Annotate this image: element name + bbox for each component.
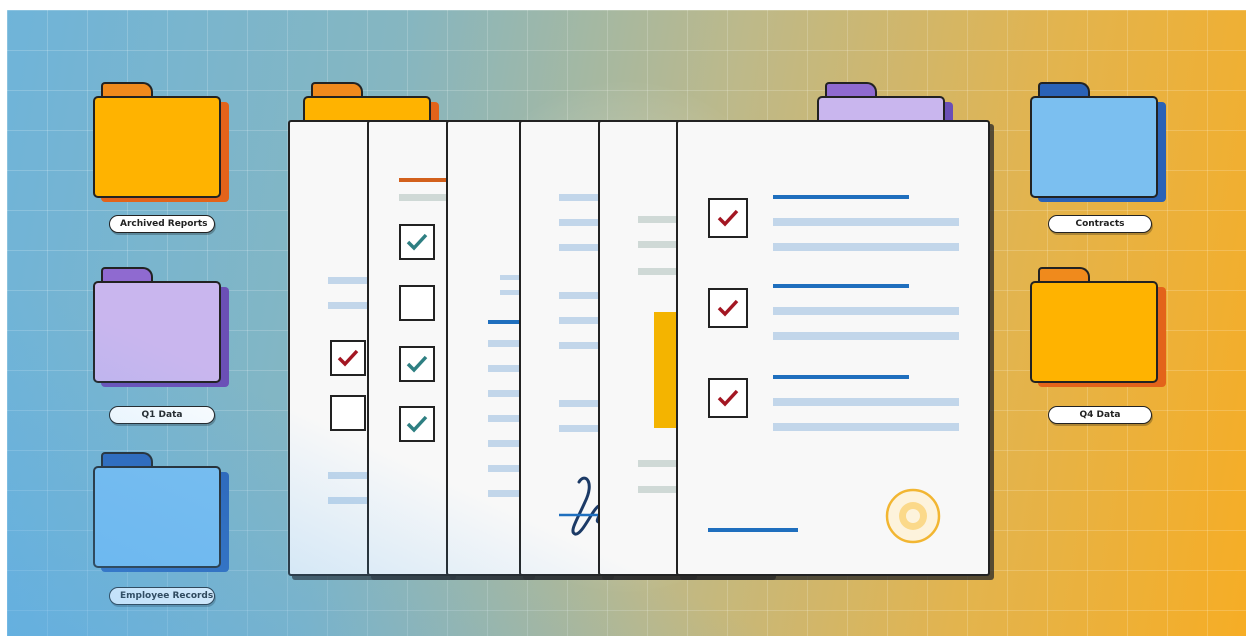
seal-icon bbox=[885, 488, 941, 544]
document-4[interactable] bbox=[519, 120, 693, 576]
folder-q4-data-icon[interactable] bbox=[1030, 267, 1170, 387]
checkbox-checked-icon[interactable] bbox=[399, 224, 435, 260]
checkbox-empty-icon[interactable] bbox=[330, 395, 366, 431]
document-2[interactable] bbox=[367, 120, 531, 576]
folder-label-contracts[interactable]: Contracts bbox=[1048, 215, 1152, 233]
folder-label-q1-data[interactable]: Q1 Data bbox=[109, 406, 215, 424]
folder-employee-records-icon[interactable] bbox=[93, 452, 233, 572]
document-1[interactable] bbox=[288, 120, 452, 576]
signature-icon bbox=[559, 476, 629, 536]
document-6[interactable] bbox=[676, 120, 990, 576]
highlight-block bbox=[654, 312, 680, 428]
checkbox-checked-icon[interactable] bbox=[708, 198, 748, 238]
checkbox-checked-icon[interactable] bbox=[330, 340, 366, 376]
background-glow bbox=[425, 82, 825, 592]
folder-q1-data-icon[interactable] bbox=[93, 267, 233, 387]
illustration-scene: Archived Reports Q1 Data Employee Record… bbox=[7, 10, 1246, 636]
checkbox-checked-icon[interactable] bbox=[708, 288, 748, 328]
folder-hidden-purple-icon bbox=[817, 82, 957, 202]
checkbox-checked-icon[interactable] bbox=[399, 406, 435, 442]
folder-contracts-icon[interactable] bbox=[1030, 82, 1170, 202]
folder-label-employee-records[interactable]: Employee Records bbox=[109, 587, 215, 605]
folder-label-q4-data[interactable]: Q4 Data bbox=[1048, 406, 1152, 424]
checkbox-empty-icon[interactable] bbox=[399, 285, 435, 321]
checkbox-checked-icon[interactable] bbox=[708, 378, 748, 418]
document-3[interactable] bbox=[446, 120, 610, 576]
folder-label-archived-reports[interactable]: Archived Reports bbox=[109, 215, 215, 233]
folder-hidden-orange-icon bbox=[303, 82, 443, 202]
folder-archived-reports-icon[interactable] bbox=[93, 82, 233, 202]
document-5[interactable] bbox=[598, 120, 772, 576]
checkbox-checked-icon[interactable] bbox=[399, 346, 435, 382]
